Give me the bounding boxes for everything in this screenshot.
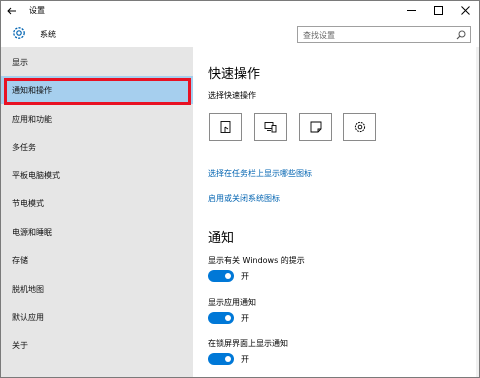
quick-action-settings[interactable] <box>343 113 376 141</box>
page-header: 系统 查找设置 <box>1 20 479 47</box>
windows-tips-label: 显示有关 Windows 的提示 <box>208 256 305 265</box>
maximize-icon <box>434 6 443 15</box>
notifications-heading: 通知 <box>208 231 235 246</box>
toggle-knob <box>225 356 231 362</box>
sidebar-item-multitasking[interactable]: 多任务 <box>1 133 193 161</box>
note-icon <box>310 121 321 133</box>
scrollbar[interactable] <box>476 47 479 377</box>
windows-tips-state: 开 <box>241 272 249 281</box>
system-icons-link[interactable]: 启用或关闭系统图标 <box>208 193 280 204</box>
lock-screen-notifications-state: 开 <box>241 355 249 364</box>
connect-icon <box>264 122 276 133</box>
tablet-mode-icon <box>220 121 230 133</box>
title-bar: 设置 <box>1 1 479 20</box>
app-notifications-state: 开 <box>241 314 249 323</box>
lock-screen-notifications-label: 在锁屏界面上显示通知 <box>208 339 288 348</box>
settings-window: 设置 系统 查找设置 显示 通知和操作 应用和功能 多任务 平板电脑模式 节电模… <box>0 0 480 378</box>
app-notifications-label: 显示应用通知 <box>208 298 256 307</box>
window-title: 设置 <box>29 6 45 15</box>
page-title: 系统 <box>40 30 56 39</box>
sidebar-item-apps[interactable]: 应用和功能 <box>1 105 193 133</box>
windows-tips-toggle[interactable] <box>208 270 234 282</box>
settings-icon <box>354 121 365 133</box>
taskbar-icons-link[interactable]: 选择在任务栏上显示哪些图标 <box>208 168 312 179</box>
quick-action-tablet-mode[interactable] <box>209 113 242 141</box>
search-icon[interactable] <box>456 30 466 40</box>
sidebar-item-display[interactable]: 显示 <box>1 48 193 76</box>
close-button[interactable] <box>452 1 479 20</box>
app-notifications-toggle[interactable] <box>208 312 234 324</box>
search-input[interactable]: 查找设置 <box>297 26 471 43</box>
quick-actions-heading: 快速操作 <box>208 67 261 82</box>
minimize-icon <box>407 10 416 11</box>
quick-action-note[interactable] <box>299 113 332 141</box>
toggle-knob <box>225 273 231 279</box>
sidebar-item-battery-saver[interactable]: 节电模式 <box>1 189 193 217</box>
sidebar-item-default-apps[interactable]: 默认应用 <box>1 303 193 331</box>
quick-actions-subheading: 选择快速操作 <box>208 91 256 100</box>
maximize-button[interactable] <box>425 1 452 20</box>
sidebar-item-tablet-mode[interactable]: 平板电脑模式 <box>1 161 193 189</box>
selection-highlight-box <box>4 78 191 105</box>
minimize-button[interactable] <box>398 1 425 20</box>
back-arrow-icon <box>7 7 16 14</box>
sidebar-item-offline-maps[interactable]: 脱机地图 <box>1 275 193 303</box>
toggle-knob <box>225 315 231 321</box>
sidebar-item-storage[interactable]: 存储 <box>1 246 193 274</box>
sidebar-item-about[interactable]: 关于 <box>1 331 193 359</box>
gear-icon <box>13 27 25 39</box>
sidebar-item-power-sleep[interactable]: 电源和睡眠 <box>1 218 193 246</box>
back-button[interactable] <box>1 1 23 20</box>
close-icon <box>461 6 470 15</box>
search-placeholder: 查找设置 <box>303 31 335 40</box>
main-content: 快速操作 选择快速操作 选择在任务栏上显示哪些图标 启用或关闭系统图标 通知 显… <box>193 47 479 377</box>
quick-action-connect[interactable] <box>254 113 287 141</box>
lock-screen-notifications-toggle[interactable] <box>208 353 234 365</box>
